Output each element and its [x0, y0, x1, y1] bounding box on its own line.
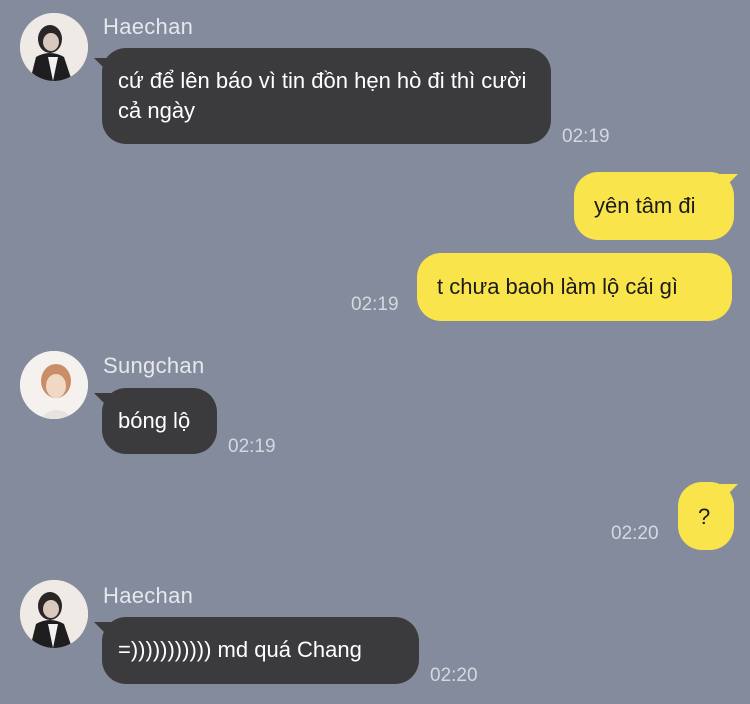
sender-name: Haechan — [103, 583, 194, 608]
message-bubble-incoming[interactable]: cứ để lên báo vì tin đồn hẹn hò đi thì c… — [102, 48, 551, 144]
avatar-haechan[interactable] — [20, 13, 88, 81]
avatar-haechan-image — [20, 580, 88, 648]
message-bubble-outgoing[interactable]: yên tâm đi — [574, 172, 734, 240]
avatar-sungchan-image — [20, 351, 88, 419]
message-text: ? — [698, 504, 711, 529]
message-bubble-incoming[interactable]: bóng lộ — [102, 388, 217, 454]
message-text: yên tâm đi — [594, 193, 696, 218]
avatar-sungchan[interactable] — [20, 351, 88, 419]
message-time: 02:19 — [562, 126, 610, 147]
message-bubble-outgoing[interactable]: t chưa baoh làm lộ cái gì — [417, 253, 732, 321]
message-text: t chưa baoh làm lộ cái gì — [437, 274, 678, 299]
sender-name: Sungchan — [103, 353, 205, 378]
message-time: 02:20 — [430, 665, 478, 686]
message-text: cứ để lên báo vì tin đồn hẹn hò đi thì c… — [118, 68, 527, 123]
sender-name: Haechan — [103, 14, 194, 39]
message-time: 02:19 — [351, 294, 399, 315]
message-time: 02:20 — [611, 523, 659, 544]
message-text: =))))))))))) md quá Chang — [118, 637, 362, 662]
message-time: 02:19 — [228, 436, 276, 457]
avatar-haechan-image — [20, 13, 88, 81]
avatar-haechan[interactable] — [20, 580, 88, 648]
message-bubble-incoming[interactable]: =))))))))))) md quá Chang — [102, 617, 419, 684]
message-text: bóng lộ — [118, 408, 191, 433]
